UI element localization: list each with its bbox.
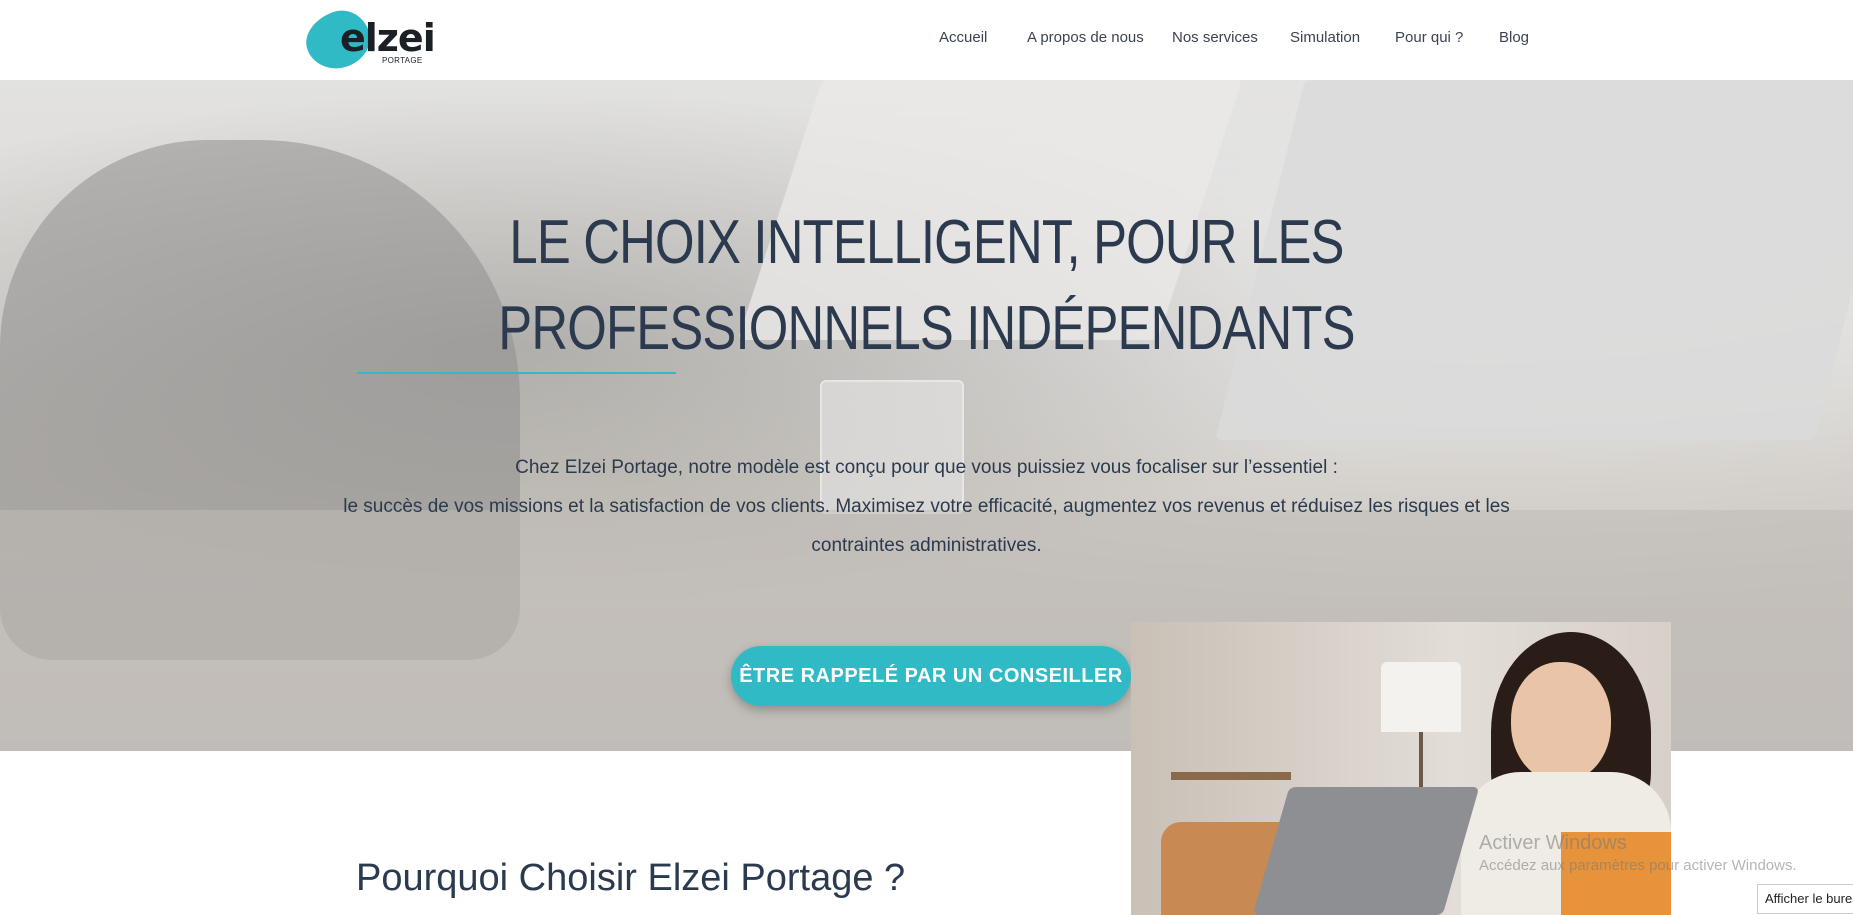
nav-item-pour-qui[interactable]: Pour qui ? (1395, 29, 1463, 46)
nav-item-accueil[interactable]: Accueil (939, 29, 987, 46)
windows-activation-subtitle: Accédez aux paramètres pour activer Wind… (1479, 857, 1797, 874)
nav-item-blog[interactable]: Blog (1499, 29, 1529, 46)
photo-lamp-shade (1381, 662, 1461, 732)
nav-item-a-propos[interactable]: A propos de nous (1027, 29, 1144, 46)
nav-item-nos-services[interactable]: Nos services (1172, 29, 1258, 46)
photo-face (1511, 662, 1611, 782)
hero-text-line-3: contraintes administratives. (811, 535, 1042, 556)
main-nav: Accueil A propos de nous Nos services Si… (0, 29, 1853, 53)
hero-text-line-2: le succès de vos missions et la satisfac… (343, 496, 1510, 517)
nav-item-simulation[interactable]: Simulation (1290, 29, 1360, 46)
hero-divider (357, 372, 676, 374)
hero-description: Chez Elzei Portage, notre modèle est con… (0, 448, 1853, 565)
hero-title-line-2: PROFESSIONNELS INDÉPENDANTS (498, 294, 1355, 363)
photo-laptop (1252, 787, 1480, 915)
logo-subtitle: PORTAGE (382, 56, 423, 65)
photo-shelf (1171, 772, 1291, 780)
section-title: Pourquoi Choisir Elzei Portage ? (356, 857, 906, 899)
show-desktop-button[interactable]: Afficher le bureau (1757, 884, 1853, 914)
windows-activation-title: Activer Windows (1479, 832, 1627, 854)
callback-button[interactable]: ÊTRE RAPPELÉ PAR UN CONSEILLER (731, 646, 1131, 706)
hero-text-line-1: Chez Elzei Portage, notre modèle est con… (515, 457, 1338, 478)
site-header: elzei PORTAGE Accueil A propos de nous N… (0, 0, 1853, 80)
hero-title-line-1: LE CHOIX INTELLIGENT, POUR LES (509, 208, 1344, 277)
hero-title: LE CHOIX INTELLIGENT, POUR LES PROFESSIO… (167, 200, 1686, 372)
